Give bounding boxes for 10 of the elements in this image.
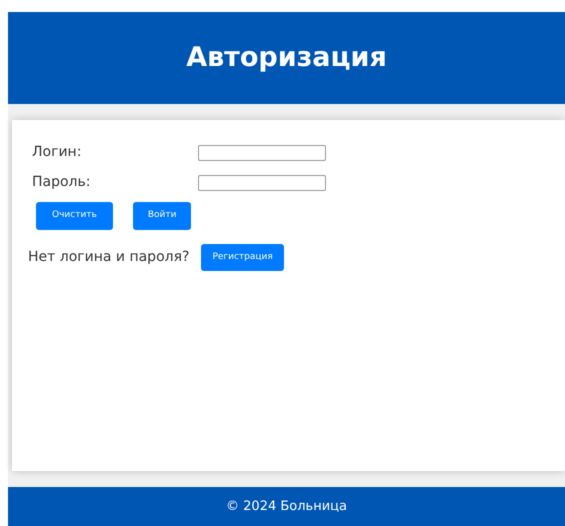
register-prompt: Нет логина и пароля? — [28, 248, 190, 267]
login-field[interactable] — [198, 144, 326, 160]
page-title: Авторизация — [186, 42, 387, 74]
password-field[interactable] — [198, 174, 326, 190]
login-button[interactable]: Войти — [132, 202, 192, 230]
field-label: Пароль: — [32, 173, 92, 192]
register-button[interactable]: Регистрация — [201, 244, 284, 271]
clear-button[interactable]: Очистить — [36, 202, 113, 230]
field-label: Логин: — [32, 143, 82, 162]
copyright-text: © 2024 Больница — [226, 498, 347, 516]
